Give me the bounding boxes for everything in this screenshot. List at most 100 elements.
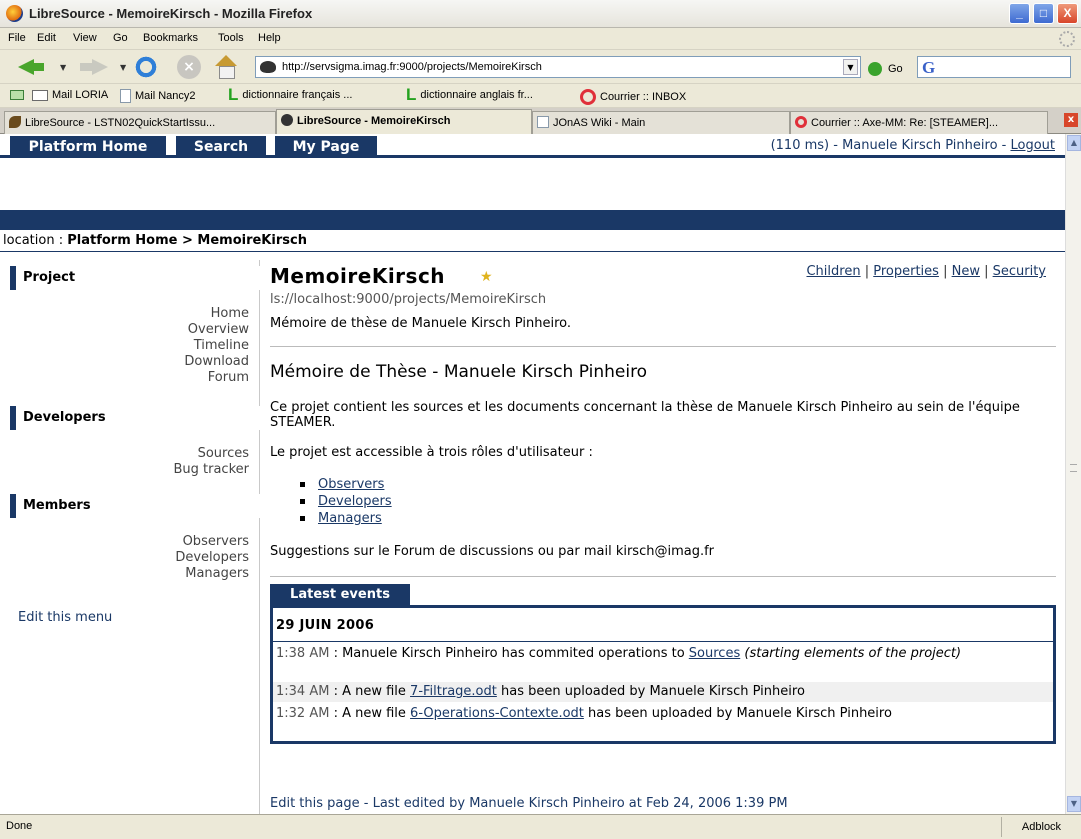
divider	[270, 576, 1056, 577]
breadcrumb: location : Platform Home > MemoireKirsch	[0, 230, 1065, 252]
role-link-observers[interactable]: Observers	[300, 476, 392, 493]
navigation-toolbar: ▼ ▼ × http://servsigma.imag.fr:9000/proj…	[0, 50, 1081, 84]
event-text: has been uploaded by Manuele Kirsch Pinh…	[583, 706, 892, 721]
menu-tools[interactable]: Tools	[218, 32, 244, 44]
bookmark-mail-loria[interactable]: Mail LORIA	[32, 89, 108, 101]
nav-my-page[interactable]: My Page	[275, 136, 377, 158]
scroll-down-icon[interactable]: ▼	[1067, 796, 1081, 812]
resource-uri: ls://localhost:9000/projects/MemoireKirs…	[270, 292, 547, 307]
event-date: 29 JUIN 2006	[276, 618, 375, 633]
roles-paragraph: Le projet est accessible à trois rôles d…	[270, 445, 593, 460]
action-new[interactable]: New	[952, 264, 980, 279]
close-button[interactable]: X	[1057, 3, 1078, 24]
home-icon[interactable]	[214, 55, 238, 79]
menu-section-developers: Developers	[10, 406, 260, 430]
event-row: 1:34 AM : A new file 7-Filtrage.odt has …	[273, 682, 1053, 702]
action-properties[interactable]: Properties	[873, 264, 939, 279]
search-input[interactable]: G	[917, 56, 1071, 78]
edit-page-link[interactable]: Edit this page - Last edited by Manuele …	[270, 796, 788, 811]
menu-link-download[interactable]: Download	[29, 354, 249, 370]
go-icon[interactable]	[868, 62, 882, 76]
menu-view[interactable]: View	[73, 32, 97, 44]
close-tab-icon[interactable]: x	[1064, 113, 1078, 127]
scroll-up-icon[interactable]: ▲	[1067, 135, 1081, 151]
event-text: : A new file	[329, 684, 411, 699]
roles-list: Observers Developers Managers	[300, 476, 392, 527]
logout-link[interactable]: Logout	[1010, 138, 1055, 153]
page-viewport: Platform Home Search My Page (110 ms) - …	[0, 134, 1065, 814]
nav-blue-strip	[0, 210, 1065, 230]
menu-bookmarks[interactable]: Bookmarks	[143, 32, 198, 44]
menu-link-home[interactable]: Home	[29, 306, 249, 322]
event-row: 1:32 AM : A new file 6-Operations-Contex…	[273, 704, 1053, 724]
menu-link-sources[interactable]: Sources	[29, 446, 249, 462]
edit-menu-link[interactable]: Edit this menu	[18, 610, 112, 625]
event-link-file[interactable]: 6-Operations-Contexte.odt	[410, 706, 584, 721]
forward-dropdown-icon[interactable]: ▼	[120, 63, 126, 72]
url-dropdown-icon[interactable]: ▼	[843, 59, 858, 75]
menu-go[interactable]: Go	[113, 32, 128, 44]
bookmark-manager-icon[interactable]	[10, 90, 24, 100]
url-bar[interactable]: http://servsigma.imag.fr:9000/projects/M…	[255, 56, 861, 78]
event-link-file[interactable]: 7-Filtrage.odt	[410, 684, 497, 699]
back-dropdown-icon[interactable]: ▼	[60, 63, 66, 72]
libresource-icon	[281, 114, 293, 126]
menu-link-managers[interactable]: Managers	[29, 566, 249, 582]
role-link-managers[interactable]: Managers	[300, 510, 392, 527]
tab-courrier-axe-mm[interactable]: Courrier :: Axe-MM: Re: [STEAMER]...	[790, 111, 1048, 134]
libresource-icon	[9, 116, 21, 128]
bookmark-courrier-inbox[interactable]: Courrier :: INBOX	[580, 89, 686, 105]
event-time: 1:38 AM	[276, 646, 330, 661]
forward-icon[interactable]	[80, 55, 108, 79]
menu-link-forum[interactable]: Forum	[29, 370, 249, 386]
tab-jonas-wiki[interactable]: JOnAS Wiki - Main	[532, 111, 790, 134]
vertical-scrollbar[interactable]: ▲ ▼	[1065, 134, 1081, 814]
go-button[interactable]: Go	[888, 63, 903, 75]
leo-icon: L	[228, 85, 239, 105]
back-icon[interactable]	[18, 55, 44, 79]
menu-file[interactable]: File	[8, 32, 26, 44]
bookmark-dictionnaire-francais[interactable]: Ldictionnaire français ...	[228, 85, 352, 105]
menu-help[interactable]: Help	[258, 32, 281, 44]
maximize-button[interactable]: □	[1033, 3, 1054, 24]
page-icon	[120, 89, 131, 103]
platform-nav-bar: Platform Home Search My Page (110 ms) - …	[0, 134, 1065, 158]
nav-search[interactable]: Search	[176, 136, 266, 158]
event-link-sources[interactable]: Sources	[689, 646, 740, 661]
bookmark-dictionnaire-anglais[interactable]: Ldictionnaire anglais fr...	[406, 86, 533, 103]
nav-platform-home[interactable]: Platform Home	[10, 136, 166, 158]
divider	[270, 346, 1056, 347]
courrier-icon	[580, 89, 596, 105]
action-children[interactable]: Children	[806, 264, 860, 279]
breadcrumb-prefix: location :	[3, 233, 68, 248]
minimize-button[interactable]: _	[1009, 3, 1030, 24]
event-time: 1:32 AM	[276, 706, 330, 721]
status-text: Done	[6, 820, 33, 832]
menu-link-timeline[interactable]: Timeline	[29, 338, 249, 354]
tab-lstn02[interactable]: LibreSource - LSTN02QuickStartIssu...	[4, 111, 276, 134]
latest-events-tab: Latest events	[270, 584, 410, 605]
page-actions: Children | Properties | New | Security	[806, 264, 1046, 279]
action-security[interactable]: Security	[993, 264, 1046, 279]
breadcrumb-path[interactable]: Platform Home > MemoireKirsch	[67, 233, 307, 248]
menu-edit[interactable]: Edit	[37, 32, 56, 44]
menu-link-overview[interactable]: Overview	[29, 322, 249, 338]
stop-icon[interactable]: ×	[177, 55, 201, 79]
url-text[interactable]: http://servsigma.imag.fr:9000/projects/M…	[282, 61, 542, 73]
adblock-button[interactable]: Adblock	[1001, 817, 1081, 837]
menu-link-developers[interactable]: Developers	[29, 550, 249, 566]
mail-icon	[32, 89, 48, 101]
site-favicon-icon	[260, 61, 276, 73]
role-link-developers[interactable]: Developers	[300, 493, 392, 510]
bookmark-mail-nancy2[interactable]: Mail Nancy2	[120, 89, 196, 103]
star-icon[interactable]: ★	[480, 270, 494, 284]
page-icon	[537, 116, 549, 128]
menu-project-links: Home Overview Timeline Download Forum	[29, 306, 249, 386]
scroll-grip[interactable]	[1070, 464, 1077, 472]
reload-icon[interactable]	[134, 55, 158, 79]
event-text: : Manuele Kirsch Pinheiro has commited o…	[329, 646, 689, 661]
throbber-icon	[1059, 31, 1075, 47]
menu-link-observers[interactable]: Observers	[29, 534, 249, 550]
tab-memoirekirsch[interactable]: LibreSource - MemoireKirsch	[276, 109, 532, 135]
menu-link-bug-tracker[interactable]: Bug tracker	[29, 462, 249, 478]
